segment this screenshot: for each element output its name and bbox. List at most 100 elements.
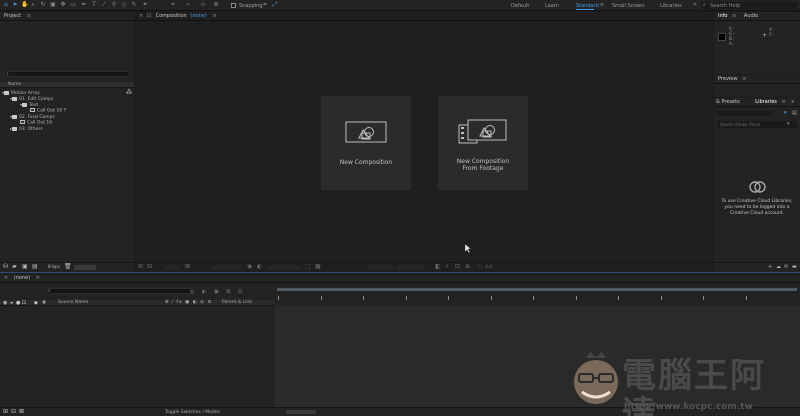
bpc-label[interactable]: 8 bpc [48, 265, 60, 270]
composition-tab[interactable]: Composition [156, 13, 187, 19]
info-tab[interactable]: Info [718, 13, 727, 19]
toggle-pixel-aspect-icon[interactable]: ◧ [435, 264, 441, 270]
magnification-icon[interactable]: ⊟ [147, 264, 152, 270]
preview-tab[interactable]: Preview [718, 76, 737, 82]
library-dropdown[interactable] [717, 111, 773, 116]
rotate-tool-icon[interactable]: ↻ [40, 2, 46, 8]
switches-icons[interactable]: ✻ ⁄ fx ▣ ◐ ◎ ⊡ [165, 300, 212, 306]
audio-toggle-icon[interactable]: ◂ [10, 300, 13, 306]
fast-previews-icon[interactable]: ⚡ [445, 264, 449, 270]
puppet-tool-icon[interactable]: ✶ [142, 2, 148, 8]
new-folder-icon[interactable]: ▰ [12, 264, 17, 270]
snapping-checkbox[interactable] [231, 3, 236, 8]
label-icon[interactable]: ◆ [34, 300, 38, 306]
pen-tool-icon[interactable]: ✒ [81, 2, 87, 8]
puppet-extra-icon[interactable]: ⌖ [170, 2, 176, 8]
snapshot-icon[interactable]: ◉ [247, 264, 252, 270]
timeline-zoom-slider[interactable] [286, 410, 316, 414]
project-column-header[interactable]: Name [0, 82, 134, 88]
lock-toggle-icon[interactable]: ⊡ [22, 300, 26, 306]
audio-tab[interactable]: Audio [744, 13, 758, 19]
project-search-input[interactable]: ⌕ [4, 71, 130, 77]
puppet-bend-icon[interactable]: ⌁ [185, 2, 191, 8]
libraries-menu-icon[interactable]: ≡ [781, 99, 785, 105]
in-out-icon[interactable]: ⊠ [19, 409, 24, 415]
puppet-overlap-icon[interactable]: ⊹ [200, 2, 206, 8]
library-dropdown-arrow-icon[interactable]: ▾ [784, 110, 787, 116]
workspace-libraries[interactable]: Libraries [660, 3, 682, 9]
lock-icon[interactable]: ⊡ [147, 13, 151, 19]
toggle-switches-modes[interactable]: Toggle Switches / Modes [165, 410, 220, 415]
parent-link-column[interactable]: Parent & Link [222, 300, 252, 306]
brush-tool-icon[interactable]: ⁄ [101, 2, 107, 8]
transparency-grid-icon[interactable]: ▦ [315, 264, 321, 270]
rectangle-tool-icon[interactable]: ▭ [70, 2, 76, 8]
snap-edges-icon[interactable]: ⌗ [262, 2, 268, 8]
tree-item-others[interactable]: ▸ 03. Others [0, 126, 134, 132]
snap-features-icon[interactable]: ⤢ [272, 2, 278, 8]
exposure-icon[interactable]: ◌ [477, 264, 482, 270]
flowchart-view-icon[interactable]: ⊕ [465, 264, 470, 270]
timeline-controls-icons[interactable]: ◎ ◐ ▣ ⊠ ⊟ [190, 289, 245, 295]
transfer-controls-icon[interactable]: ⊟ [11, 409, 16, 415]
roto-brush-tool-icon[interactable]: ✎ [131, 2, 137, 8]
library-cloud-icon[interactable]: ☁ [776, 264, 781, 270]
workspace-menu-icon[interactable]: ≡ [599, 2, 605, 8]
adobe-stock-search-input[interactable]: Search Adobe Stock ▾ [717, 121, 797, 128]
layer-number-icon[interactable]: # [42, 300, 46, 306]
solo-toggle-icon[interactable]: ● [16, 300, 20, 306]
exposure-value[interactable]: 0.0 [485, 265, 492, 270]
workspace-small-screen[interactable]: Small Screen [612, 3, 645, 9]
trash-icon[interactable]: 🗑 [64, 264, 72, 270]
project-tab[interactable]: Project [4, 13, 21, 19]
libraries-overflow-icon[interactable]: » [791, 99, 794, 105]
thumbnail-slider[interactable] [74, 265, 96, 270]
pan-behind-tool-icon[interactable]: ✥ [60, 2, 66, 8]
show-channel-icon[interactable]: ◐ [257, 264, 262, 270]
workspace-learn[interactable]: Learn [545, 3, 559, 9]
library-sync-icon[interactable]: ⟳ [784, 264, 788, 270]
new-composition-from-footage-card[interactable]: New Composition From Footage [438, 96, 528, 190]
layer-switches-icon[interactable]: ⊞ [3, 409, 8, 415]
info-menu-icon[interactable]: ≡ [732, 13, 736, 19]
libraries-tab[interactable]: Libraries [755, 99, 777, 105]
home-icon[interactable]: ⌂ [3, 2, 9, 8]
timeline-tab[interactable]: (none) [14, 275, 30, 281]
zoom-tool-icon[interactable]: ⌕ [30, 2, 36, 8]
eraser-tool-icon[interactable]: ◇ [121, 2, 127, 8]
preview-menu-icon[interactable]: ≡ [742, 76, 746, 82]
composition-tab-comp[interactable]: (none) [190, 13, 206, 19]
workspace-overflow-icon[interactable]: » [692, 2, 698, 8]
timeline-search-input[interactable]: ⌕ [46, 288, 192, 294]
library-add-icon[interactable]: + [768, 264, 772, 270]
current-time-display[interactable] [211, 265, 241, 270]
help-search-box[interactable]: ⌕ Search Help [701, 2, 797, 9]
timeline-icon[interactable]: ⊡ [455, 264, 460, 270]
clone-stamp-tool-icon[interactable]: ⚲ [111, 2, 117, 8]
timeline-close-icon[interactable]: × [4, 275, 8, 281]
selection-tool-icon[interactable]: ➤ [12, 2, 18, 8]
close-tab-icon[interactable]: × [139, 13, 143, 19]
new-composition-card[interactable]: New Composition [321, 96, 411, 190]
interpret-footage-icon[interactable]: ⛁ [3, 264, 8, 270]
3d-view-dropdown[interactable] [397, 265, 423, 270]
effects-presets-tab[interactable]: & Presets [716, 99, 740, 105]
camera-tool-icon[interactable]: ▣ [50, 2, 56, 8]
type-tool-icon[interactable]: T [91, 2, 97, 8]
always-preview-icon[interactable]: ⊞ [138, 264, 143, 270]
source-name-column[interactable]: Source Name [58, 300, 88, 306]
composition-menu-icon[interactable]: ≡ [212, 13, 216, 19]
timeline-menu-icon[interactable]: ≡ [36, 275, 40, 281]
hand-tool-icon[interactable]: ✋ [21, 2, 28, 8]
puppet-starch-icon[interactable]: ⊗ [213, 2, 219, 8]
new-composition-icon[interactable]: ▣ [22, 264, 28, 270]
stock-search-arrow-icon[interactable]: ▾ [787, 121, 790, 127]
workspace-default[interactable]: Default [511, 3, 529, 9]
region-of-interest-icon[interactable]: ⬚ [305, 264, 311, 270]
library-delete-icon[interactable]: ▬ [792, 264, 797, 270]
resolution-dropdown[interactable] [267, 265, 301, 270]
work-area-bar[interactable] [277, 288, 797, 291]
view-layout-dropdown[interactable] [367, 265, 393, 270]
project-menu-icon[interactable]: ≡ [27, 13, 31, 19]
video-toggle-icon[interactable]: ◉ [3, 300, 7, 306]
